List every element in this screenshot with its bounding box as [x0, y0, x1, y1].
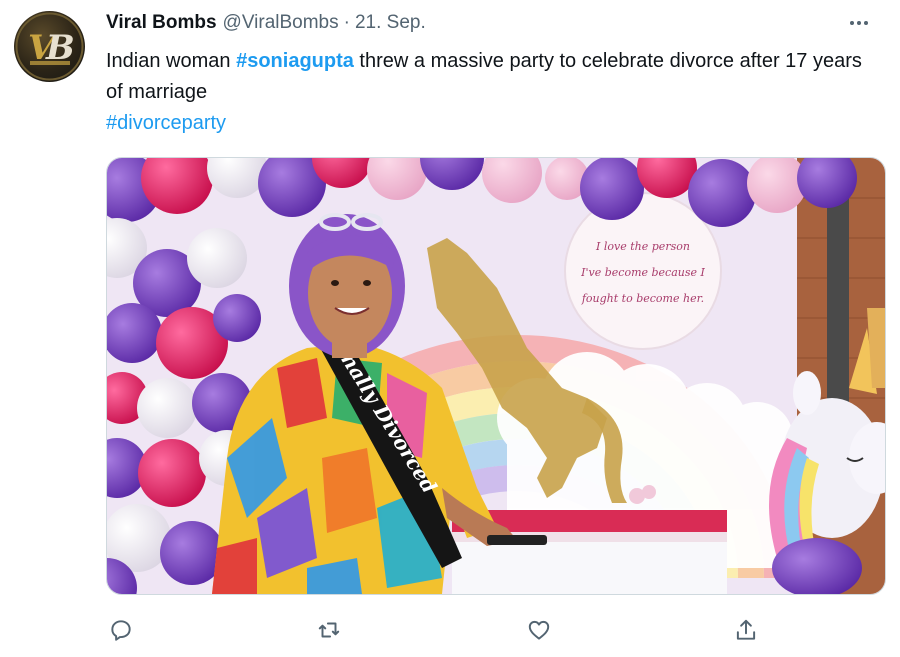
author-name[interactable]: Viral Bombs [106, 12, 217, 34]
separator-dot: · [343, 12, 350, 33]
tweet-text: Indian woman #soniagupta threw a massive… [106, 46, 866, 139]
hashtag-link[interactable]: #soniagupta [236, 50, 354, 72]
author-avatar[interactable]: V B [14, 11, 85, 82]
sign-text: fought to become her. [581, 292, 704, 305]
sign-text: I've become because I [580, 266, 705, 279]
logo-icon: V B [15, 12, 84, 81]
party-photo: I love the person I've become because I … [107, 158, 885, 594]
share-button[interactable] [731, 615, 761, 645]
tweet-text-part: Indian woman [106, 50, 237, 72]
tweet-header: Viral Bombs @ViralBombs · 21. Sep. [106, 12, 426, 38]
more-horizontal-icon [850, 21, 854, 25]
more-options-button[interactable] [844, 12, 874, 34]
like-button[interactable] [524, 615, 554, 645]
tweet-actions [106, 615, 786, 645]
more-horizontal-icon [857, 21, 861, 25]
share-icon [736, 619, 756, 640]
retweet-icon [318, 622, 340, 638]
sign-text: I love the person [595, 240, 690, 253]
reply-button[interactable] [106, 615, 136, 645]
tweet-card[interactable]: V B Viral Bombs @ViralBombs · 21. Sep. I… [0, 0, 900, 657]
like-icon [528, 620, 550, 640]
more-horizontal-icon [864, 21, 868, 25]
hashtag-link[interactable]: #divorceparty [106, 112, 226, 134]
author-handle[interactable]: @ViralBombs [223, 12, 339, 34]
tweet-photo[interactable]: I love the person I've become because I … [106, 157, 886, 595]
tweet-date[interactable]: 21. Sep. [355, 12, 426, 34]
reply-icon [111, 620, 131, 641]
retweet-button[interactable] [314, 615, 344, 645]
